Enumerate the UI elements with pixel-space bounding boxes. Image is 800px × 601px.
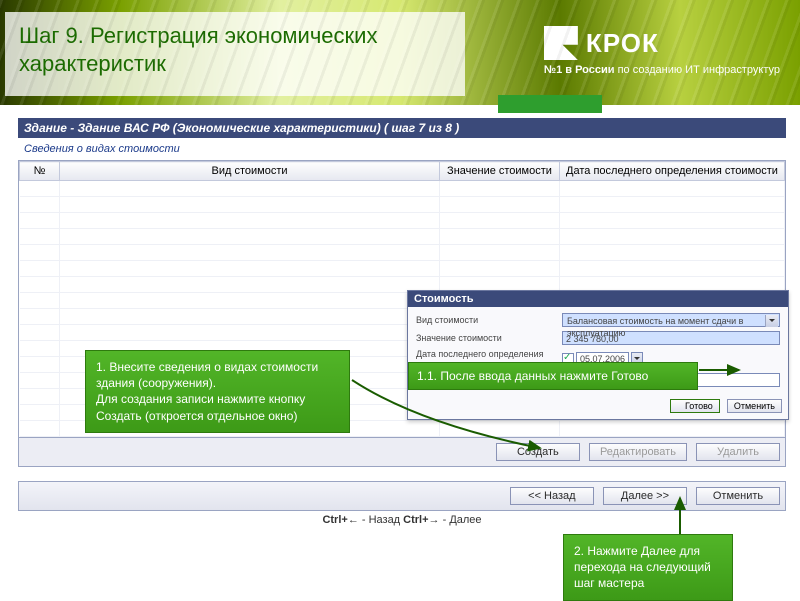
back-button[interactable]: << Назад (510, 487, 594, 505)
window-title: Здание - Здание ВАС РФ (Экономические ха… (18, 118, 786, 138)
grid-button-bar: Создать Редактировать Удалить (18, 438, 786, 467)
brand-tagline: №1 в России по созданию ИТ инфраструктур (544, 64, 780, 76)
accent-tab (498, 95, 602, 113)
table-row[interactable] (20, 245, 785, 261)
table-row[interactable] (20, 213, 785, 229)
brand-tagline-strong: №1 в России (544, 64, 615, 76)
key-hint: Ctrl+← - Назад Ctrl+→ - Далее (18, 511, 786, 529)
table-row[interactable] (20, 197, 785, 213)
popup-label-kind: Вид стоимости (416, 315, 556, 325)
col-header-kind[interactable]: Вид стоимости (60, 162, 440, 181)
section-label: Сведения о видах стоимости (18, 138, 786, 160)
slide-title: Шаг 9. Регистрация экономических характе… (19, 22, 451, 77)
kind-select[interactable]: Балансовая стоимость на момент сдачи в э… (562, 313, 780, 327)
cancel-button[interactable]: Отменить (696, 487, 780, 505)
popup-label-value: Значение стоимости (416, 333, 556, 343)
brand-name: КРОК (586, 28, 659, 59)
delete-button[interactable]: Удалить (696, 443, 780, 461)
popup-title: Стоимость (408, 291, 788, 307)
header-band: Шаг 9. Регистрация экономических характе… (0, 0, 800, 105)
brand-logo-icon (544, 26, 578, 60)
callout-1-1: 1.1. После ввода данных нажмите Готово (408, 362, 698, 390)
col-header-num[interactable]: № (20, 162, 60, 181)
callout-2: 2. Нажмите Далее для перехода на следующ… (563, 534, 733, 601)
cost-popup: Стоимость Вид стоимости Балансовая стоим… (407, 290, 789, 420)
create-button[interactable]: Создать (496, 443, 580, 461)
popup-cancel-button[interactable]: Отменить (727, 399, 782, 413)
next-button[interactable]: Далее >> (603, 487, 687, 505)
slide-title-box: Шаг 9. Регистрация экономических характе… (5, 12, 465, 96)
brand-area: КРОК №1 в России по созданию ИТ инфрастр… (544, 26, 780, 76)
edit-button[interactable]: Редактировать (589, 443, 687, 461)
callout-1: 1. Внесите сведения о видах стоимости зд… (85, 350, 350, 433)
col-header-value[interactable]: Значение стоимости (440, 162, 560, 181)
col-header-date[interactable]: Дата последнего определения стоимости (560, 162, 785, 181)
wizard-button-bar: << Назад Далее >> Отменить (18, 481, 786, 511)
table-row[interactable] (20, 181, 785, 197)
table-row[interactable] (20, 229, 785, 245)
popup-button-bar: Готово Отменить (408, 397, 788, 419)
done-button[interactable]: Готово (670, 399, 720, 413)
table-row[interactable] (20, 261, 785, 277)
brand-tagline-rest: по созданию ИТ инфраструктур (615, 64, 780, 76)
